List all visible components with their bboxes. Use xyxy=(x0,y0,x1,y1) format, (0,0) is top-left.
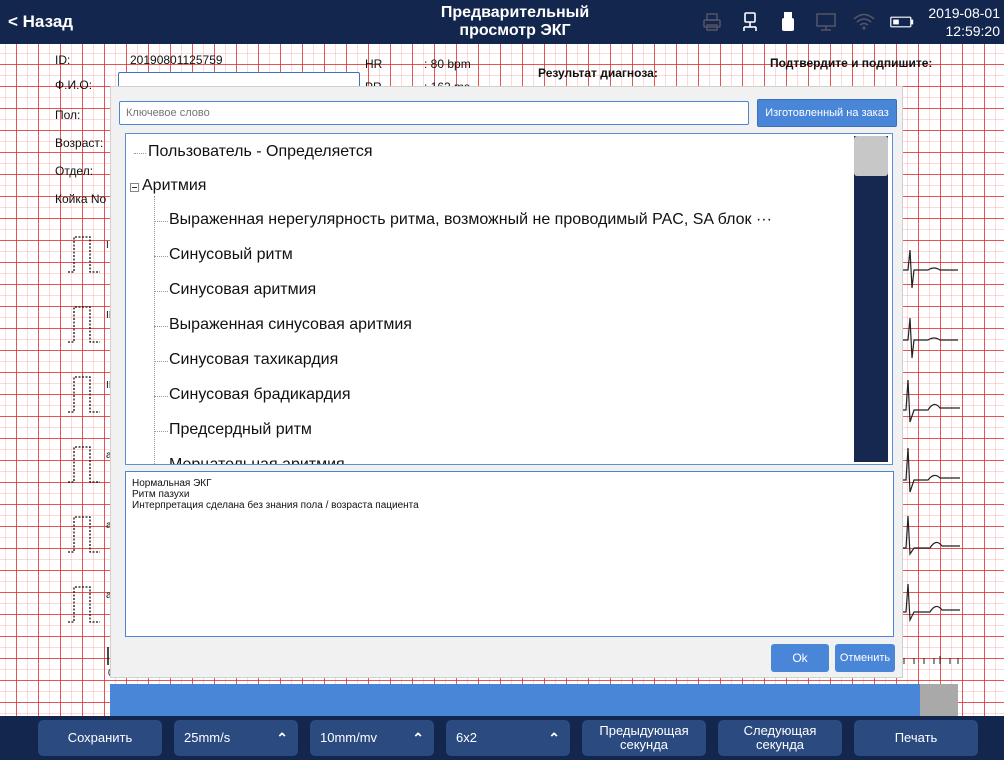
tree-item[interactable]: Синусовая аритмия xyxy=(169,281,316,299)
tree-connector xyxy=(134,153,146,154)
lan-icon xyxy=(738,10,762,34)
ecg-position-bar[interactable] xyxy=(110,684,958,716)
next-second-line2: секунда xyxy=(755,737,805,752)
notes-line: Ритм пазухи xyxy=(132,489,190,500)
monitor-icon xyxy=(814,10,838,34)
ecg-position-handle[interactable] xyxy=(920,684,958,716)
gain-value: 10mm/mv xyxy=(320,730,378,745)
ok-button[interactable]: Ok xyxy=(771,644,829,672)
tree-vertical-connector xyxy=(154,196,155,464)
next-second-line1: Следующая xyxy=(743,723,817,738)
diagnosis-label: Результат диагноза: xyxy=(538,66,658,80)
page-title-line1: Предварительный xyxy=(440,4,590,21)
bed-label: Койка No xyxy=(55,192,107,206)
datetime: 2019-08-01 12:59:20 xyxy=(928,4,1000,40)
chevron-up-icon: ⌃ xyxy=(548,730,560,746)
notes-line: Интерпретация сделана без знания пола / … xyxy=(132,500,419,511)
ecg-right-traces xyxy=(900,249,960,664)
confirm-label: Подтвердите и подпишите: xyxy=(770,56,933,70)
tree-item[interactable]: Предсердный ритм xyxy=(169,421,312,439)
layout-select[interactable]: 6x2 ⌃ xyxy=(446,720,570,756)
tree-item[interactable]: Выраженная синусовая аритмия xyxy=(169,316,412,334)
printer-icon xyxy=(700,10,724,34)
tree-item-user-defined[interactable]: Пользователь - Определяется xyxy=(148,143,372,161)
save-button[interactable]: Сохранить xyxy=(38,720,162,756)
page-title: Предварительный просмотр ЭКГ xyxy=(400,4,630,40)
hr-label: HR xyxy=(365,57,383,71)
speed-select[interactable]: 25mm/s ⌃ xyxy=(174,720,298,756)
page-title-line2: просмотр ЭКГ xyxy=(459,22,571,39)
sex-label: Пол: xyxy=(55,108,81,122)
date-text: 2019-08-01 xyxy=(928,5,1000,21)
diagnosis-notes-textarea[interactable]: Нормальная ЭКГ Ритм пазухи Интерпретация… xyxy=(125,471,894,637)
top-bar: < Назад Предварительный просмотр ЭКГ 201… xyxy=(0,0,1004,44)
tree-item[interactable]: Синусовый ритм xyxy=(169,246,293,264)
keyword-search-input[interactable] xyxy=(119,101,749,125)
diagnosis-tree: Пользователь - Определяется Аритмия Выра… xyxy=(125,133,893,465)
lead-label-1: I xyxy=(106,240,109,251)
tree-item[interactable]: Синусовая тахикардия xyxy=(169,351,338,369)
speed-value: 25mm/s xyxy=(184,730,231,745)
next-second-button[interactable]: Следующая секунда xyxy=(718,720,842,756)
chevron-up-icon: ⌃ xyxy=(412,730,424,746)
time-text: 12:59:20 xyxy=(945,23,1001,39)
tree-item-arrhythmia[interactable]: Аритмия xyxy=(142,177,206,195)
collapse-toggle-icon[interactable] xyxy=(130,183,139,192)
previous-second-button[interactable]: Предыдующая секунда xyxy=(582,720,706,756)
wifi-icon xyxy=(852,10,876,34)
layout-value: 6x2 xyxy=(456,730,477,745)
gain-select[interactable]: 10mm/mv ⌃ xyxy=(310,720,434,756)
bottom-toolbar: Сохранить 25mm/s ⌃ 10mm/mv ⌃ 6x2 ⌃ Преды… xyxy=(0,716,1004,760)
hr-value: : 80 bpm xyxy=(424,57,471,71)
tree-item[interactable]: Мерцательная аритмия xyxy=(169,456,345,464)
tree-scrollbar[interactable] xyxy=(854,136,888,462)
status-icons xyxy=(700,10,914,34)
print-button[interactable]: Печать xyxy=(854,720,978,756)
custom-button[interactable]: Изготовленный на заказ xyxy=(757,99,897,127)
tree-item[interactable]: Синусовая брадикардия xyxy=(169,386,351,404)
diagnosis-dialog: Изготовленный на заказ Пользователь - Оп… xyxy=(110,86,903,678)
usb-icon xyxy=(776,10,800,34)
id-label: ID: xyxy=(55,53,71,67)
previous-second-line1: Предыдующая xyxy=(599,723,689,738)
name-label: Ф.И.О: xyxy=(55,78,93,92)
tree-item[interactable]: Выраженная нерегулярность ритма, возможн… xyxy=(169,211,772,229)
notes-line: Нормальная ЭКГ xyxy=(132,478,212,489)
age-label: Возраст: xyxy=(55,136,104,150)
back-button[interactable]: < Назад xyxy=(8,12,73,32)
cancel-button[interactable]: Отменить xyxy=(835,644,895,672)
tree-scrollbar-thumb[interactable] xyxy=(854,136,888,176)
chevron-up-icon: ⌃ xyxy=(276,730,288,746)
id-value: 20190801125759 xyxy=(130,53,223,67)
dept-label: Отдел: xyxy=(55,164,94,178)
battery-icon xyxy=(890,10,914,34)
previous-second-line2: секунда xyxy=(619,737,669,752)
